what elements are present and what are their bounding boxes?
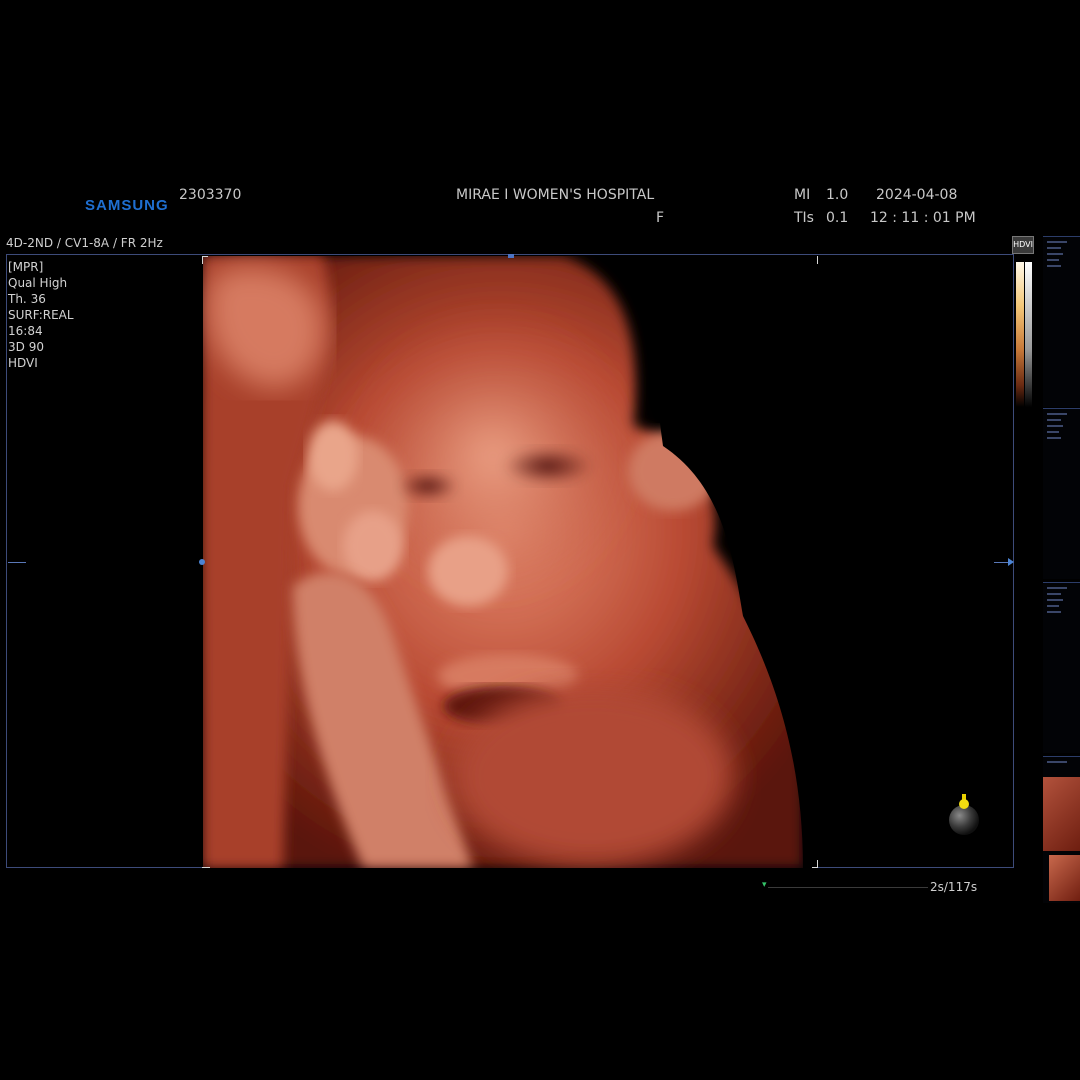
render-corner-tr [817, 256, 818, 264]
param-3d: 3D 90 [8, 340, 44, 354]
top-center-marker [508, 254, 514, 258]
exam-date: 2024-04-08 [876, 187, 958, 203]
rendered-3d-image[interactable] [203, 256, 818, 868]
render-left-anchor [199, 559, 205, 565]
render-corner-bl [202, 867, 210, 868]
tis-value: 0.1 [826, 210, 849, 226]
color-map-bar [1016, 262, 1032, 407]
thumbnail-3[interactable] [1043, 582, 1080, 753]
acquisition-params: [MPR] Qual High Th. 36 SURF:REAL 16:84 3… [8, 259, 74, 371]
probe-orientation-icon [946, 790, 982, 836]
patient-id: 2303370 [179, 187, 242, 203]
thumbnail-1[interactable] [1043, 236, 1080, 407]
param-mode: [MPR] [8, 260, 44, 274]
right-arrow-icon [1008, 558, 1014, 566]
param-render: HDVI [8, 356, 38, 370]
exam-time: 12 : 11 : 01 PM [870, 210, 976, 226]
cine-scrollbar[interactable] [768, 887, 928, 888]
samsung-logo: SAMSUNG [85, 197, 169, 214]
thumbnail-2[interactable] [1043, 408, 1080, 579]
tis-label: TIs [794, 210, 814, 226]
render-corner-br-v [817, 860, 818, 868]
param-quality: Qual High [8, 276, 68, 290]
param-threshold: Th. 36 [8, 292, 46, 306]
mi-value: 1.0 [826, 187, 849, 203]
param-surface: SURF:REAL [8, 308, 74, 322]
mode-line: 4D-2ND / CV1-8A / FR 2Hz [6, 236, 163, 250]
thumbnail-4-render [1043, 777, 1080, 851]
param-mix: 16:84 [8, 324, 43, 338]
cine-counter: 2s/117s [930, 880, 978, 894]
thumbnail-4[interactable] [1043, 756, 1080, 903]
fetal-face-render [203, 256, 818, 868]
render-corner-tl-v [202, 256, 203, 264]
hospital-name: MIRAE I WOMEN'S HOSPITAL [456, 187, 655, 203]
colorbar-label: HDVI [1012, 236, 1034, 254]
patient-sex: F [656, 210, 665, 226]
mi-label: MI [794, 187, 811, 203]
left-center-mark [8, 562, 26, 563]
thumbnail-5-render [1049, 855, 1080, 901]
